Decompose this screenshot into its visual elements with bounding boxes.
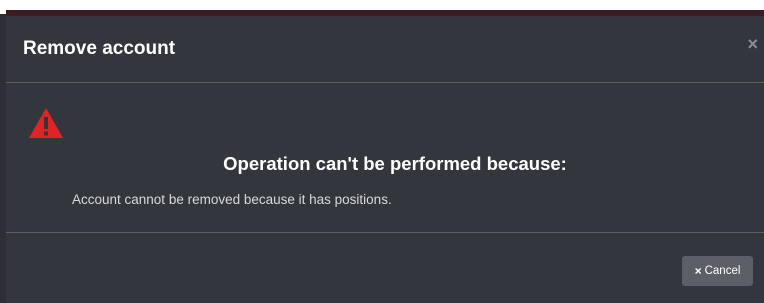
dialog-header: Remove account × [6, 16, 764, 83]
cancel-button-label: Cancel [704, 265, 741, 277]
cancel-button[interactable]: × Cancel [682, 256, 753, 286]
close-icon[interactable]: × [747, 34, 758, 55]
footer-divider [6, 232, 764, 233]
dialog-title: Remove account [23, 38, 176, 59]
error-message: Account cannot be removed because it has… [72, 192, 392, 207]
close-icon: × [694, 264, 702, 278]
warning-triangle-icon [29, 108, 63, 138]
remove-account-dialog: Remove account × Operation can't be perf… [6, 16, 764, 303]
error-headline: Operation can't be performed because: [223, 153, 567, 174]
